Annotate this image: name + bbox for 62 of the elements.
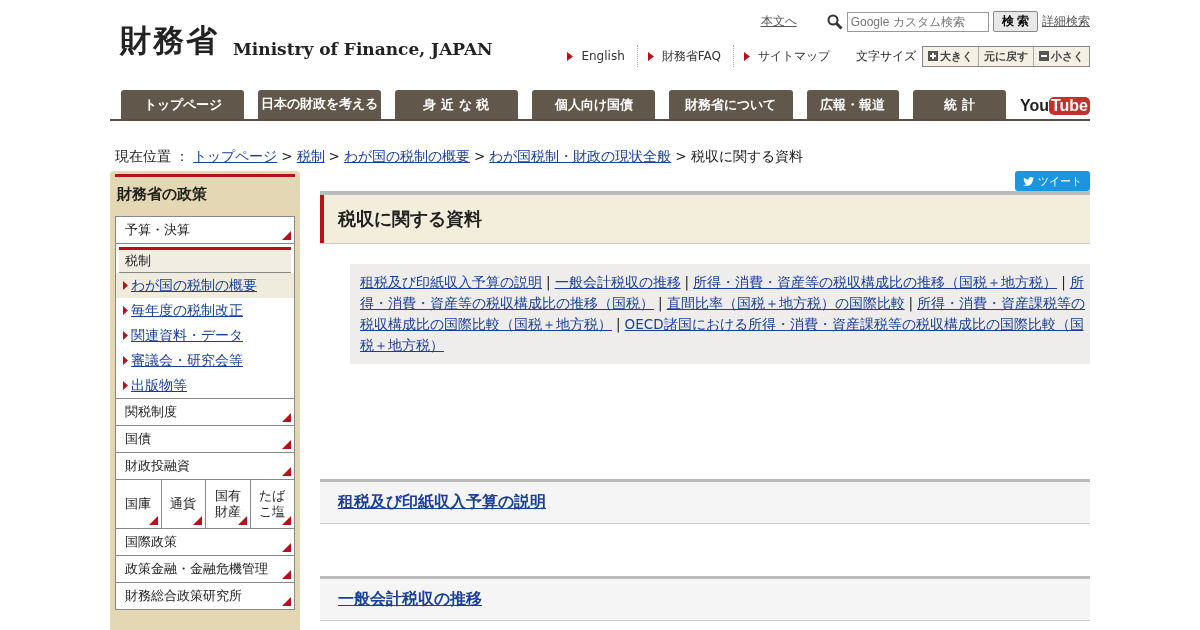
sidebar-item[interactable]: 国際政策 [116, 529, 294, 556]
sidebar-item[interactable]: 国有財産 [205, 480, 250, 528]
font-size-label: 文字サイズ [856, 47, 916, 65]
triangle-icon [123, 356, 128, 365]
sidebar-item[interactable]: 政策金融・金融危機管理 [116, 556, 294, 583]
nav-tab[interactable]: 財務省について [669, 90, 793, 119]
sidebar-item[interactable]: 財務総合政策研究所 [116, 583, 294, 609]
quick-link[interactable]: 財務省FAQ [661, 45, 734, 67]
triangle-icon [123, 331, 128, 340]
skip-link[interactable]: 本文へ [760, 13, 797, 30]
bird-icon [1023, 176, 1034, 186]
nav-tab[interactable]: トップページ [121, 90, 245, 119]
breadcrumb-link[interactable]: わが国の税制の概要 [343, 148, 470, 171]
font-size-button[interactable]: 元に戻す [978, 46, 1033, 66]
logo-kanji[interactable]: 財務省 [120, 20, 219, 62]
advanced-search-link[interactable]: 詳細検索 [1042, 13, 1090, 30]
sidebar-item[interactable]: たばこ塩 [249, 480, 294, 528]
font-size-button[interactable]: 小さく [1033, 46, 1089, 66]
triangle-icon [123, 281, 128, 290]
plus-icon [928, 51, 938, 61]
sidebar-item[interactable]: 国庫 [116, 480, 161, 528]
index-links-text[interactable]: 租税及び印紙収入予算の説明 | 一般会計税収の推移 | 所得・消費・資産等の税収構成比の推移（国税＋地方税） | 所得・消費・資産等の税収構成比の推移（国税） | 直間比率（国税＋地方税）の国際比較 | 所得・消費・資産課税等の税収構成比の国際比較（国税＋地方税） | OECD諸国における所得・消費・資産課税等の税収構成比の国際比較（国税＋地方税） [360, 272, 1090, 356]
quick-link[interactable]: サイトマップ [758, 45, 842, 67]
nav-tab[interactable]: 広報・報道 [806, 90, 900, 119]
section-heading-link[interactable]: 租税及び印紙収入予算の説明 [338, 492, 546, 511]
triangle-icon [123, 381, 128, 390]
breadcrumb-link[interactable]: トップページ [193, 148, 278, 171]
breadcrumb-separator: > [328, 148, 340, 166]
sidebar-subitem[interactable]: 関連資料・データ [116, 323, 294, 348]
font-size-button[interactable]: 大きく [923, 46, 978, 66]
sidebar-item[interactable]: 関税制度 [116, 399, 294, 426]
breadcrumb-label: 現在位置 ： [115, 148, 190, 166]
logo-english[interactable]: Ministry of Finance, JAPAN [233, 39, 493, 62]
sidebar-subitem[interactable]: わが国の税制の概要 [116, 273, 294, 298]
breadcrumb-current: 税収に関する資料 [690, 148, 803, 166]
sidebar-section-title[interactable]: 税制 [119, 247, 291, 273]
sidebar-subitem[interactable]: 審議会・研究会等 [116, 348, 294, 373]
triangle-icon [567, 51, 574, 61]
search-button[interactable]: 検 索 [992, 11, 1038, 32]
breadcrumb-link[interactable]: わが国税制・財政の現状全般 [489, 148, 672, 171]
breadcrumb-separator: > [675, 148, 687, 166]
breadcrumb-link[interactable]: 税制 [296, 148, 325, 171]
section-heading-link[interactable]: 一般会計税収の推移 [338, 589, 482, 608]
sidebar-subitem[interactable]: 毎年度の税制改正 [116, 298, 294, 323]
nav-tab[interactable]: 統 計 [913, 90, 1006, 119]
search-field[interactable]: Google カスタム検索 [846, 11, 989, 32]
sidebar-item[interactable]: 通貨 [160, 480, 205, 528]
breadcrumb-separator: > [281, 148, 293, 166]
page-title: 税収に関する資料 [320, 191, 1090, 244]
quick-link[interactable]: English [581, 45, 638, 67]
triangle-icon [744, 51, 750, 61]
sidebar-item[interactable]: 国債 [116, 426, 294, 453]
sidebar-subitem[interactable]: 出版物等 [116, 373, 294, 398]
nav-tab[interactable]: 個人向け国債 [531, 90, 656, 119]
search-icon [826, 13, 843, 30]
triangle-icon [123, 306, 128, 315]
minus-icon [1039, 51, 1049, 61]
breadcrumb-separator: > [473, 148, 486, 166]
triangle-icon [647, 51, 654, 61]
sidebar-item[interactable]: 財政投融資 [116, 453, 294, 480]
nav-tab[interactable]: 日本の財政を考える [258, 90, 381, 119]
nav-tab[interactable]: 身 近 な 税 [394, 90, 518, 119]
